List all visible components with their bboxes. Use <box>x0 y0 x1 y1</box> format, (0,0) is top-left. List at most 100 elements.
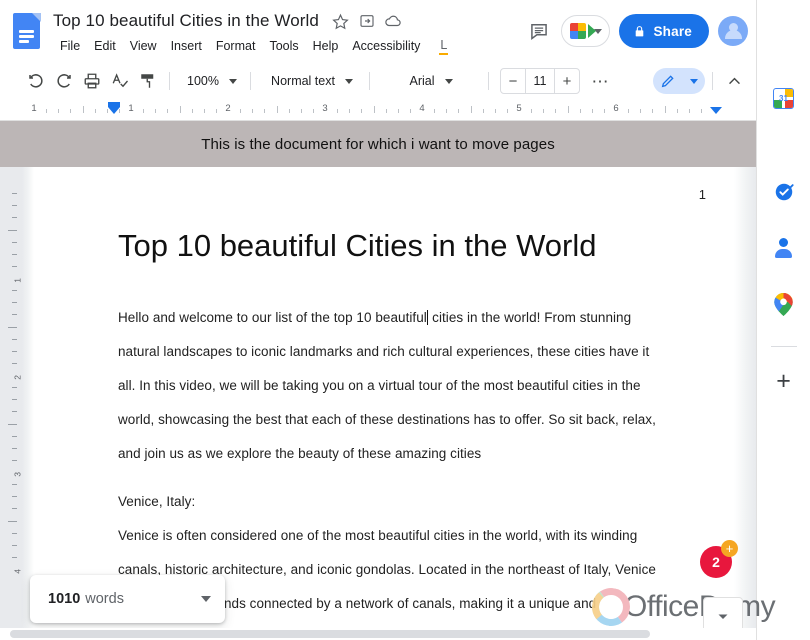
share-label: Share <box>653 23 692 39</box>
horizontal-scrollbar[interactable] <box>0 628 756 640</box>
avatar[interactable] <box>718 16 748 46</box>
vruler-tick <box>12 447 17 449</box>
paint-format-icon[interactable] <box>134 67 162 95</box>
ruler-tick <box>94 109 96 113</box>
font-family-control[interactable]: Arial <box>377 68 481 94</box>
star-icon[interactable] <box>331 12 350 31</box>
menu-view[interactable]: View <box>123 37 164 55</box>
menu-edit[interactable]: Edit <box>87 37 123 55</box>
ruler-tick <box>385 109 387 113</box>
google-docs-window: Top 10 beautiful Cities in the World Fil… <box>0 0 810 640</box>
chevron-down-icon <box>344 78 353 84</box>
menu-insert[interactable]: Insert <box>164 37 209 55</box>
ruler-tick <box>494 109 496 113</box>
ruler-tick <box>82 106 84 113</box>
vruler-tick <box>12 556 17 558</box>
vruler-tick <box>12 387 17 389</box>
ruler-tick <box>555 109 557 113</box>
scroll-down-icon <box>718 614 728 619</box>
menu-tools[interactable]: Tools <box>262 37 305 55</box>
meet-button[interactable] <box>561 15 611 47</box>
sidebar-item-add-on[interactable]: + <box>764 361 804 401</box>
collapse-toolbar-icon[interactable] <box>720 67 748 95</box>
tasks-icon <box>775 183 794 201</box>
add-comment-badge[interactable]: + <box>721 540 738 557</box>
ruler-number: 2 <box>225 103 231 114</box>
print-icon[interactable] <box>78 67 106 95</box>
title-action-icons <box>331 12 402 31</box>
ruler-tick <box>276 106 278 113</box>
pencil-icon <box>661 75 674 88</box>
horizontal-ruler[interactable]: 1 1 2 3 4 5 6 <box>0 100 756 121</box>
toolbar-divider <box>488 72 489 90</box>
app-header: Top 10 beautiful Cities in the World Fil… <box>0 0 756 62</box>
toolbar-divider <box>712 72 713 90</box>
sidebar-item-google-maps[interactable] <box>764 284 804 324</box>
zoom-value: 100% <box>187 74 219 88</box>
vertical-ruler[interactable]: 1234 <box>0 167 23 640</box>
ruler-number: 1 <box>31 103 37 114</box>
word-count-number: 1010 <box>48 591 81 607</box>
sidebar-item-google-tasks[interactable] <box>764 172 804 212</box>
document-page[interactable]: 1 Top 10 beautiful Cities in the World H… <box>34 167 734 640</box>
font-size-input[interactable]: 11 <box>525 69 555 93</box>
vruler-tick <box>12 399 17 401</box>
document-paragraph-1[interactable]: Hello and welcome to our list of the top… <box>118 301 664 471</box>
vruler-tick <box>12 544 17 546</box>
vruler-tick <box>12 241 17 243</box>
spellcheck-icon[interactable] <box>106 67 134 95</box>
chevron-down-icon <box>444 78 453 84</box>
editing-mode-indicator[interactable]: L <box>439 38 449 55</box>
ruler-tick <box>676 109 678 113</box>
ruler-tick <box>252 109 254 113</box>
undo-icon[interactable] <box>22 67 50 95</box>
sidebar-item-google-contacts[interactable] <box>764 228 804 268</box>
font-size-decrease-button[interactable]: − <box>501 69 525 93</box>
share-button[interactable]: Share <box>619 14 709 48</box>
chevron-down-icon[interactable] <box>201 596 211 602</box>
left-indent-marker[interactable] <box>108 107 120 114</box>
editing-mode-dropdown[interactable] <box>683 68 705 94</box>
document-body[interactable]: Top 10 beautiful Cities in the World Hel… <box>34 167 734 621</box>
redo-icon[interactable] <box>50 67 78 95</box>
comment-icon[interactable] <box>526 18 552 44</box>
menu-help[interactable]: Help <box>306 37 346 55</box>
plus-icon: + <box>776 366 791 395</box>
document-section-heading[interactable]: Venice, Italy: <box>118 485 664 519</box>
vruler-tick <box>12 205 17 207</box>
google-apps-side-panel: 31 + <box>756 0 810 640</box>
cloud-saved-icon[interactable] <box>383 12 402 31</box>
vruler-tick <box>8 229 17 231</box>
menu-format[interactable]: Format <box>209 37 263 55</box>
ruler-number: 5 <box>516 103 522 114</box>
paragraph-1-before-caret: Hello and welcome to our list of the top… <box>118 310 427 325</box>
ruler-tick <box>58 109 60 113</box>
ruler-tick <box>264 109 266 113</box>
ruler-number: 1 <box>128 103 134 114</box>
menu-accessibility[interactable]: Accessibility <box>345 37 427 55</box>
font-value: Arial <box>409 74 435 88</box>
font-size-increase-button[interactable]: + <box>555 69 579 93</box>
formatting-toolbar: 100% Normal text Arial − 11 + ⋯ <box>0 62 756 100</box>
menu-file[interactable]: File <box>53 37 87 55</box>
sidebar-item-google-calendar[interactable]: 31 <box>764 78 804 118</box>
ruler-tick <box>531 109 533 113</box>
toolbar-divider <box>169 72 170 90</box>
ruler-tick <box>458 109 460 113</box>
vruler-tick <box>12 362 17 364</box>
ruler-tick <box>700 109 702 113</box>
move-to-folder-icon[interactable] <box>357 12 376 31</box>
vruler-tick <box>12 314 17 316</box>
paragraph-style-control[interactable]: Normal text <box>258 68 362 94</box>
document-title[interactable]: Top 10 beautiful Cities in the World <box>53 11 319 31</box>
right-indent-marker[interactable] <box>710 107 722 114</box>
ruler-tick <box>543 109 545 113</box>
horizontal-scrollbar-thumb[interactable] <box>10 630 650 638</box>
zoom-control[interactable]: 100% <box>177 68 243 94</box>
vruler-tick <box>12 496 17 498</box>
more-options-button[interactable]: ⋯ <box>586 67 614 95</box>
ruler-tick <box>312 109 314 113</box>
document-heading: Top 10 beautiful Cities in the World <box>118 228 597 263</box>
editing-mode-button[interactable] <box>653 68 683 94</box>
word-count-popup[interactable]: 1010 words <box>30 575 225 623</box>
